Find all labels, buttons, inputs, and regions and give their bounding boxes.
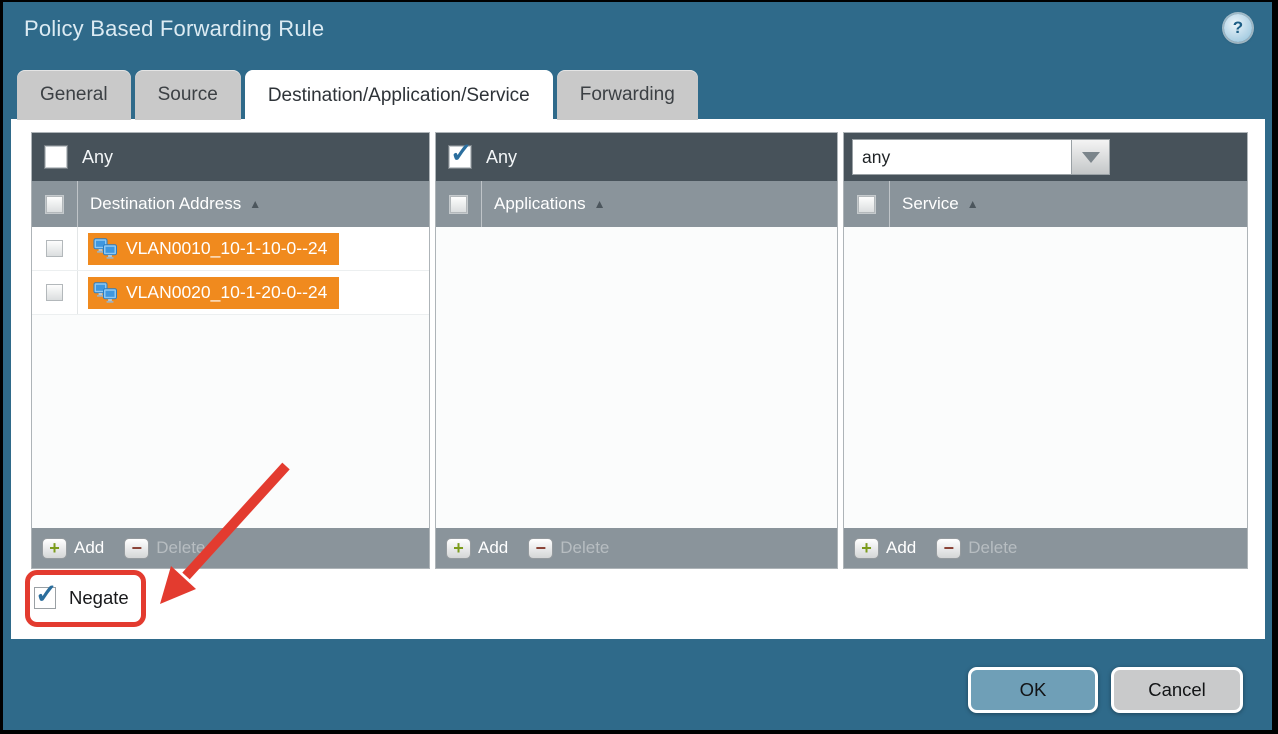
sort-asc-icon[interactable] — [249, 195, 261, 213]
network-address-icon — [93, 238, 118, 259]
minus-icon: − — [124, 538, 149, 559]
applications-any-bar: Any — [436, 133, 837, 181]
tab-destination-application-service[interactable]: Destination/Application/Service — [245, 70, 553, 122]
add-button[interactable]: + Add — [854, 538, 916, 559]
plus-icon: + — [42, 538, 67, 559]
help-icon[interactable] — [1224, 14, 1252, 42]
destination-toolbar: + Add − Delete — [32, 528, 429, 568]
row-checkbox[interactable] — [46, 284, 63, 301]
plus-icon: + — [446, 538, 471, 559]
pbf-rule-dialog: Policy Based Forwarding Rule General Sou… — [3, 2, 1272, 730]
tab-bar: General Source Destination/Application/S… — [17, 70, 698, 120]
network-address-icon — [93, 282, 118, 303]
minus-icon: − — [528, 538, 553, 559]
destination-any-bar: Any — [32, 133, 429, 181]
negate-label: Negate — [69, 587, 129, 609]
tab-general[interactable]: General — [17, 70, 131, 120]
tab-source[interactable]: Source — [135, 70, 241, 120]
applications-select-all-checkbox[interactable] — [450, 196, 467, 213]
tab-forwarding[interactable]: Forwarding — [557, 70, 698, 120]
tab-label: General — [40, 84, 108, 106]
address-object-label: VLAN0010_10-1-10-0--24 — [126, 238, 327, 259]
applications-list — [436, 227, 837, 528]
applications-column-label: Applications — [494, 194, 586, 214]
service-column-header: Service — [844, 181, 1247, 227]
ok-button[interactable]: OK — [968, 667, 1098, 713]
dialog-title: Policy Based Forwarding Rule — [24, 16, 324, 42]
plus-icon: + — [854, 538, 879, 559]
service-dropdown-value: any — [852, 139, 1072, 175]
service-list — [844, 227, 1247, 528]
add-button[interactable]: + Add — [42, 538, 104, 559]
applications-any-checkbox[interactable] — [449, 146, 471, 168]
sort-asc-icon[interactable] — [594, 195, 606, 213]
destination-address-panel: Any Destination Address — [31, 132, 430, 569]
service-panel: any Service + Add − Delete — [843, 132, 1248, 569]
applications-panel: Any Applications + Add − Delete — [435, 132, 838, 569]
negate-control: Negate — [34, 587, 129, 609]
destination-select-all-checkbox[interactable] — [46, 196, 63, 213]
table-row[interactable]: VLAN0020_10-1-20-0--24 — [32, 271, 429, 315]
delete-button[interactable]: − Delete — [936, 538, 1017, 559]
service-toolbar: + Add − Delete — [844, 528, 1247, 568]
service-dropdown-bar: any — [844, 133, 1247, 181]
sort-asc-icon[interactable] — [967, 195, 979, 213]
address-object-chip[interactable]: VLAN0020_10-1-20-0--24 — [88, 277, 339, 309]
tab-label: Source — [158, 84, 218, 106]
delete-button[interactable]: − Delete — [124, 538, 205, 559]
address-object-label: VLAN0020_10-1-20-0--24 — [126, 282, 327, 303]
negate-checkbox[interactable] — [34, 587, 56, 609]
applications-toolbar: + Add − Delete — [436, 528, 837, 568]
destination-list: VLAN0010_10-1-10-0--24 — [32, 227, 429, 528]
destination-column-header: Destination Address — [32, 181, 429, 227]
cancel-button[interactable]: Cancel — [1111, 667, 1243, 713]
tab-label: Destination/Application/Service — [268, 85, 530, 107]
tab-content: Any Destination Address — [11, 119, 1265, 639]
destination-any-label: Any — [82, 147, 113, 168]
applications-column-header: Applications — [436, 181, 837, 227]
service-column-label: Service — [902, 194, 959, 214]
screenshot-stage: Policy Based Forwarding Rule General Sou… — [0, 0, 1278, 734]
row-checkbox[interactable] — [46, 240, 63, 257]
table-row[interactable]: VLAN0010_10-1-10-0--24 — [32, 227, 429, 271]
applications-any-label: Any — [486, 147, 517, 168]
service-select-all-checkbox[interactable] — [858, 196, 875, 213]
service-dropdown[interactable]: any — [852, 139, 1110, 175]
address-object-chip[interactable]: VLAN0010_10-1-10-0--24 — [88, 233, 339, 265]
chevron-down-icon[interactable] — [1072, 139, 1110, 175]
minus-icon: − — [936, 538, 961, 559]
add-button[interactable]: + Add — [446, 538, 508, 559]
delete-button[interactable]: − Delete — [528, 538, 609, 559]
destination-column-label: Destination Address — [90, 194, 241, 214]
destination-any-checkbox[interactable] — [45, 146, 67, 168]
tab-label: Forwarding — [580, 84, 675, 106]
